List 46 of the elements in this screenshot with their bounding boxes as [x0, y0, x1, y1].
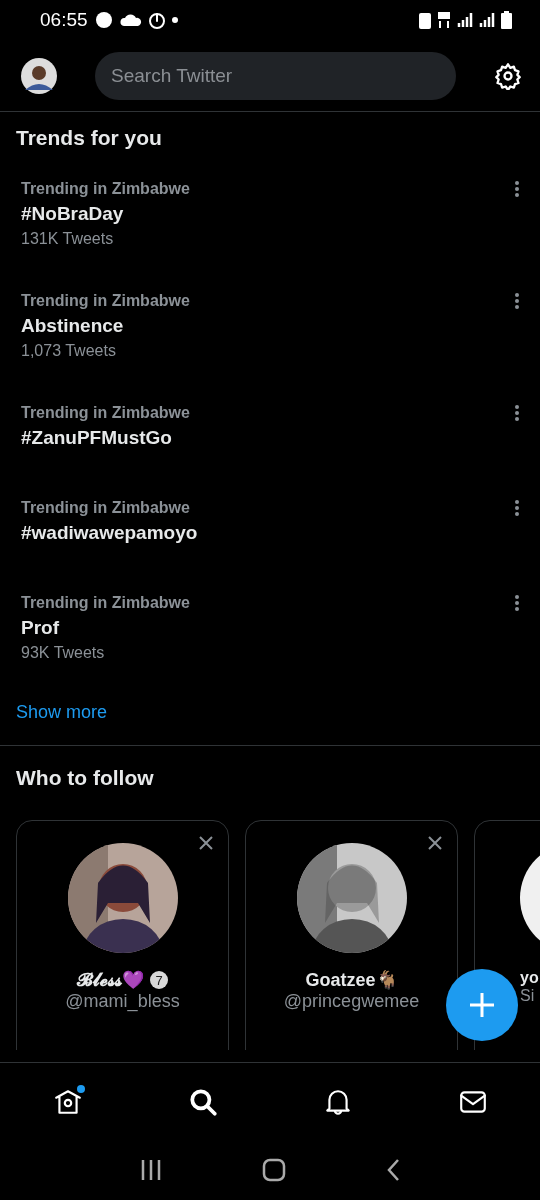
section-title: Who to follow [15, 765, 155, 791]
trend-category: Trending in Zimbabwe [21, 180, 191, 198]
status-time: 06:55 [40, 9, 88, 31]
user-name: 𝓑𝓵𝓮𝓼𝓼💜 [77, 969, 144, 991]
settings-icon[interactable] [494, 61, 522, 90]
close-icon[interactable] [427, 835, 443, 851]
trend-category: Trending in Zimbabwe [21, 499, 191, 517]
more-icon[interactable] [514, 499, 520, 517]
home-button-icon[interactable] [262, 1158, 286, 1182]
user-name: Goatzee🐐 [305, 969, 398, 991]
trend-category: Trending in Zimbabwe [21, 594, 191, 612]
user-handle: @mami_bless [65, 991, 180, 1012]
more-icon[interactable] [514, 404, 520, 422]
cloud-icon [119, 13, 142, 27]
trend-category: Trending in Zimbabwe [21, 404, 191, 422]
dot-icon [171, 17, 178, 23]
back-icon[interactable] [386, 1158, 400, 1182]
plus-icon [468, 991, 496, 1019]
trend-name[interactable]: Abstinence [21, 315, 514, 337]
trend-name[interactable]: #NoBraDay [21, 203, 514, 225]
tweet-count: 131K Tweets [21, 230, 115, 248]
user-handle: @princegwemee [283, 991, 420, 1012]
signal-icon [457, 12, 473, 28]
follow-card[interactable]: 𝓑𝓵𝓮𝓼𝓼💜 7 @mami_bless [16, 820, 229, 1050]
show-more-link[interactable]: Show more [0, 696, 540, 746]
follow-card[interactable]: Goatzee🐐 @princegwemee [245, 820, 458, 1050]
user-handle: Si [520, 987, 535, 1005]
trend-category: Trending in Zimbabwe [21, 292, 191, 310]
close-icon[interactable] [198, 835, 214, 851]
more-icon[interactable] [514, 180, 520, 198]
recents-icon[interactable] [140, 1158, 162, 1182]
section-title: Trends for you [15, 125, 163, 151]
more-icon[interactable] [514, 594, 520, 612]
trend-name[interactable]: #wadiwawepamoyo [21, 522, 514, 544]
tweet-count: 93K Tweets [21, 644, 106, 662]
battery-icon [501, 11, 512, 29]
count-badge: 7 [150, 971, 168, 989]
trend-name[interactable]: #ZanuPFMustGo [21, 427, 514, 449]
signal-icon [479, 12, 495, 28]
trend-name[interactable]: Prof [21, 617, 514, 639]
more-icon[interactable] [514, 292, 520, 310]
user-name: yo [520, 969, 539, 987]
avatar[interactable] [21, 57, 57, 94]
tweet-count: 1,073 Tweets [21, 342, 117, 360]
search-icon [187, 1086, 218, 1117]
search-field[interactable]: Search Twitter [95, 51, 456, 100]
